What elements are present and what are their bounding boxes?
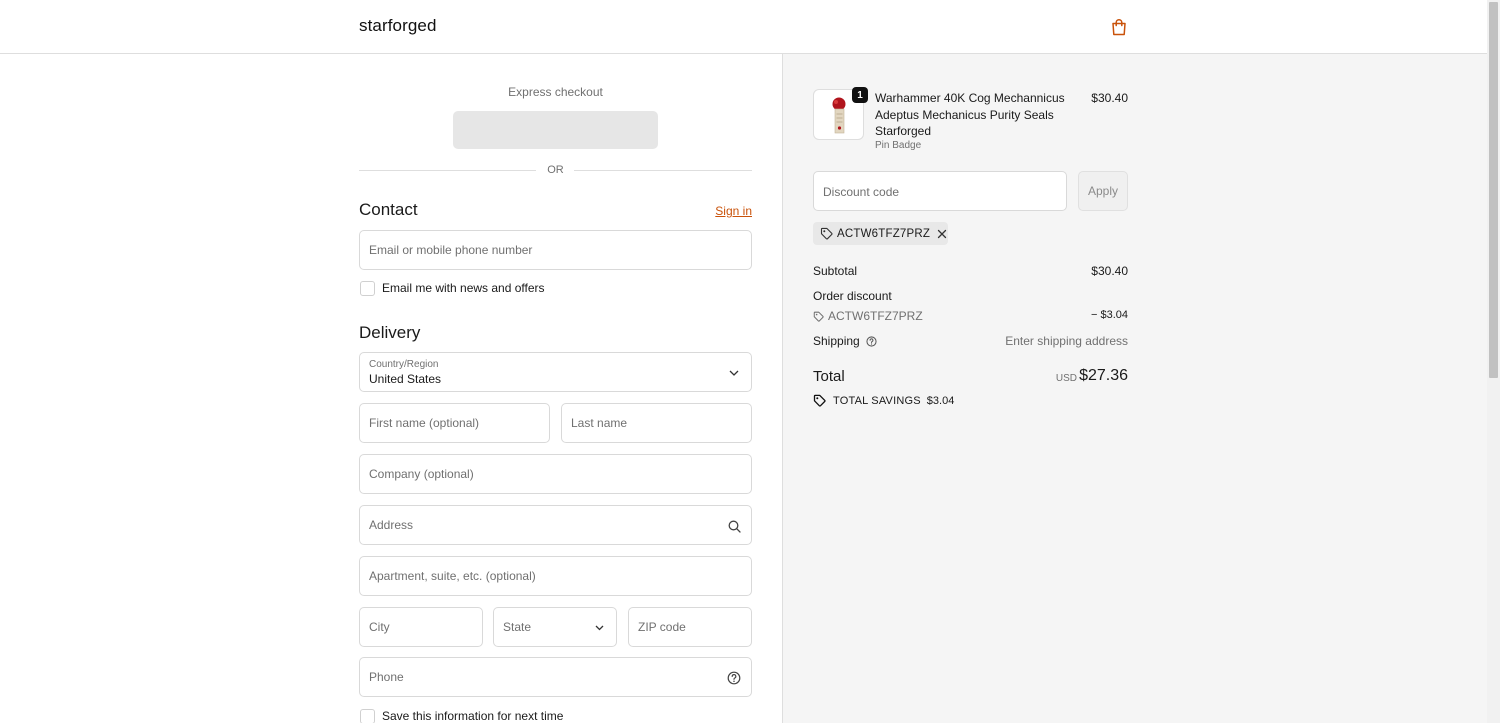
total-savings-row: TOTAL SAVINGS $3.04 (813, 394, 954, 407)
news-offers-checkbox[interactable] (360, 280, 375, 296)
sign-in-link[interactable]: Sign in (715, 204, 752, 218)
subtotal-value: $30.40 (1091, 264, 1128, 278)
discount-code-row: ACTW6TFZ7PRZ − $3.04 (813, 309, 1128, 325)
last-name-field[interactable]: Last name (561, 403, 752, 443)
tag-icon (813, 311, 824, 322)
chevron-down-icon (726, 365, 742, 381)
chevron-down-icon (591, 620, 607, 636)
checkout-form: Express checkout OR Contact Sign in Emai… (359, 54, 752, 723)
delivery-title: Delivery (359, 323, 421, 342)
state-select[interactable]: State (493, 607, 617, 647)
help-icon[interactable] (866, 335, 877, 347)
city-placeholder: City (369, 620, 390, 634)
help-icon[interactable] (726, 670, 742, 686)
subtotal-row: Subtotal $30.40 (813, 264, 1128, 278)
news-offers-row[interactable]: Email me with news and offers (359, 280, 545, 296)
email-field[interactable]: Email or mobile phone number (359, 230, 752, 270)
page-scrollbar[interactable] (1487, 0, 1500, 723)
apply-discount-button[interactable]: Apply (1078, 171, 1128, 211)
zip-field[interactable]: ZIP code (628, 607, 752, 647)
shopping-bag-icon[interactable] (1108, 16, 1130, 38)
quantity-badge: 1 (852, 87, 868, 103)
store-logo[interactable]: starforged (359, 16, 437, 36)
order-discount-row: Order discount (813, 289, 1128, 303)
company-placeholder: Company (optional) (369, 467, 474, 481)
applied-discount-code: ACTW6TFZ7PRZ (837, 227, 931, 240)
shipping-row: Shipping Enter shipping address (813, 334, 1128, 348)
state-placeholder: State (503, 620, 532, 634)
company-field[interactable]: Company (optional) (359, 454, 752, 494)
apartment-placeholder: Apartment, suite, etc. (optional) (369, 569, 536, 583)
discount-value: − $3.04 (1090, 309, 1128, 321)
save-info-row[interactable]: Save this information for next time (359, 708, 563, 723)
news-offers-label: Email me with news and offers (382, 281, 545, 295)
address-field[interactable]: Address (359, 505, 752, 545)
country-select[interactable]: Country/Region United States (359, 352, 752, 392)
save-info-label: Save this information for next time (382, 709, 564, 723)
product-price: $30.40 (1091, 91, 1128, 105)
divider-line (574, 170, 752, 171)
first-name-placeholder: First name (optional) (369, 416, 480, 430)
city-field[interactable]: City (359, 607, 483, 647)
discount-code-field[interactable]: Discount code (813, 171, 1067, 211)
express-checkout-title: Express checkout (508, 85, 603, 99)
scrollbar-thumb[interactable] (1489, 2, 1498, 378)
applied-discount-tag: ACTW6TFZ7PRZ (813, 222, 948, 245)
zip-placeholder: ZIP code (638, 620, 686, 634)
product-name: Warhammer 40K Cog Mechannicus Adeptus Me… (875, 91, 1065, 138)
savings-tag-icon (813, 394, 827, 407)
address-placeholder: Address (369, 518, 414, 532)
shipping-label: Shipping (813, 334, 860, 348)
phone-field[interactable]: Phone (359, 657, 752, 697)
email-placeholder: Email or mobile phone number (369, 243, 533, 257)
or-divider: OR (359, 163, 752, 177)
tag-icon (820, 227, 833, 240)
total-savings-value: $3.04 (926, 394, 955, 407)
header: starforged (0, 0, 1487, 54)
country-value: United States (369, 372, 442, 386)
first-name-field[interactable]: First name (optional) (359, 403, 550, 443)
subtotal-label: Subtotal (813, 264, 858, 278)
total-label: Total (813, 368, 845, 385)
total-value: $27.36 (1079, 367, 1128, 384)
discount-code-placeholder: Discount code (823, 185, 900, 199)
apartment-field[interactable]: Apartment, suite, etc. (optional) (359, 556, 752, 596)
country-label: Country/Region (369, 359, 439, 370)
total-savings-label: TOTAL SAVINGS (833, 394, 921, 407)
order-summary-panel (782, 54, 1487, 723)
shipping-info: Shipping (813, 334, 877, 348)
product-variant: Pin Badge (875, 140, 922, 151)
search-icon (726, 518, 742, 534)
last-name-placeholder: Last name (571, 416, 628, 430)
discount-code-info: ACTW6TFZ7PRZ (813, 309, 923, 323)
discount-code-text: ACTW6TFZ7PRZ (828, 309, 923, 323)
contact-title: Contact (359, 200, 418, 219)
total-currency: USD (1055, 373, 1077, 384)
shipping-value: Enter shipping address (1005, 334, 1128, 348)
product-image: 1 (813, 87, 868, 140)
order-discount-label: Order discount (813, 289, 892, 303)
save-info-checkbox[interactable] (360, 708, 375, 723)
express-checkout-button[interactable] (453, 111, 658, 149)
phone-placeholder: Phone (369, 670, 404, 684)
remove-discount-icon[interactable] (937, 229, 947, 239)
